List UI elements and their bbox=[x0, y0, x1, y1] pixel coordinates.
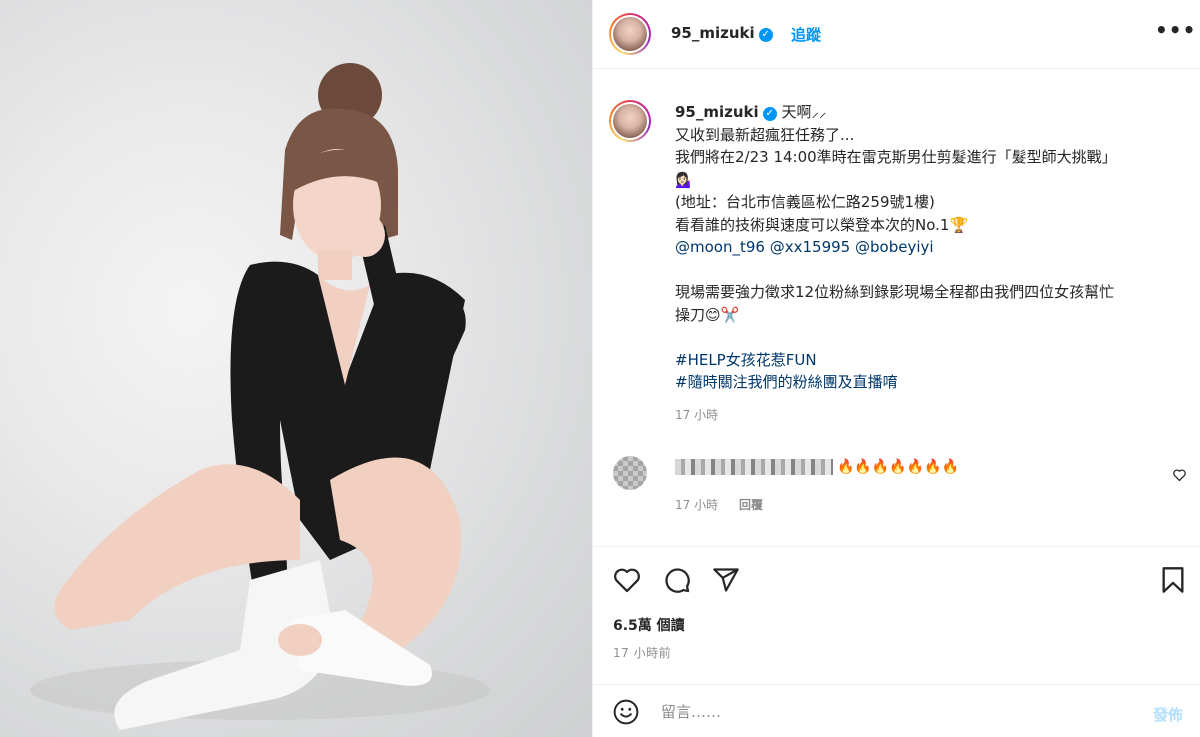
mention-link[interactable]: @moon_t96 bbox=[675, 238, 765, 256]
emoji-smiley-icon[interactable] bbox=[613, 699, 639, 729]
post-header: 95_mizuki ✓ 追蹤 ••• bbox=[593, 0, 1200, 69]
post-timestamp[interactable]: 17 小時前 bbox=[613, 644, 671, 661]
caption-author-avatar[interactable] bbox=[609, 100, 651, 142]
caption-line: 天啊⸝⸝ bbox=[781, 103, 827, 121]
post-actions: 6.5萬 個讀 17 小時前 bbox=[593, 546, 1200, 674]
add-comment-bar: 發佈 bbox=[593, 684, 1200, 737]
post-photo-illustration bbox=[30, 63, 490, 730]
author-username-link[interactable]: 95_mizuki ✓ bbox=[671, 24, 773, 42]
author-avatar[interactable] bbox=[609, 13, 651, 55]
hashtag-link[interactable]: #隨時關注我們的粉絲團及直播唷 bbox=[675, 373, 898, 391]
post-caption: 95_mizuki ✓ 天啊⸝⸝ 又收到最新超瘋狂任務了... 我們將在2/23 … bbox=[675, 101, 1185, 394]
post-comment-button[interactable]: 發佈 bbox=[1153, 704, 1183, 725]
comment-input[interactable] bbox=[661, 700, 1131, 724]
commenter-avatar-blurred[interactable] bbox=[613, 456, 647, 490]
caption-line: 現場需要強力徵求12位粉絲到錄影現場全程都由我們四位女孩幫忙 bbox=[675, 283, 1115, 301]
verified-badge-icon: ✓ bbox=[758, 28, 773, 42]
follow-button[interactable]: 追蹤 bbox=[791, 24, 821, 45]
post-details-pane: 95_mizuki ✓ 追蹤 ••• 95_mizuki ✓ 天啊⸝⸝ 又收到最新超… bbox=[592, 0, 1200, 737]
caption-emoji-line: 💁🏻‍♀️ bbox=[675, 170, 694, 189]
hashtag-link[interactable]: #HELP女孩花惹FUN bbox=[675, 351, 817, 369]
comment-timestamp[interactable]: 17 小時 bbox=[675, 496, 718, 513]
caption-line: 我們將在2/23 14:00準時在雷克斯男仕剪髮進行「髮型師大挑戰」 bbox=[675, 148, 1117, 166]
caption-line: 看看誰的技術與速度可以榮登本次的No.1🏆 bbox=[675, 215, 969, 234]
more-options-icon[interactable]: ••• bbox=[1155, 18, 1196, 42]
comment-text: 🔥🔥🔥🔥🔥🔥🔥 bbox=[837, 459, 960, 475]
caption-mentions: @moon_t96 @xx15995 @bobeyiyi bbox=[675, 236, 1185, 259]
caption-line: 操刀😊✂️ bbox=[675, 305, 740, 324]
caption-line: 又收到最新超瘋狂任務了... bbox=[675, 125, 855, 144]
comment-like-heart-icon[interactable] bbox=[1173, 466, 1186, 485]
verified-badge-icon: ✓ bbox=[762, 107, 777, 121]
caption-timestamp[interactable]: 17 小時 bbox=[675, 406, 718, 423]
mention-link[interactable]: @xx15995 bbox=[770, 238, 850, 256]
share-paper-plane-icon[interactable] bbox=[712, 566, 740, 598]
post-photo[interactable] bbox=[0, 0, 592, 737]
mention-link[interactable]: @bobeyiyi bbox=[855, 238, 934, 256]
save-bookmark-icon[interactable] bbox=[1161, 566, 1185, 598]
caption-address-line: (地址：台北市信義區松仁路259號1樓) bbox=[675, 193, 935, 211]
caption-author-username[interactable]: 95_mizuki ✓ bbox=[675, 103, 777, 121]
comment-reply-button[interactable]: 回覆 bbox=[739, 496, 763, 513]
view-count[interactable]: 6.5萬 個讀 bbox=[613, 615, 685, 635]
author-username: 95_mizuki bbox=[671, 24, 755, 42]
like-heart-icon[interactable] bbox=[613, 567, 641, 597]
commenter-username-blurred[interactable] bbox=[675, 459, 833, 475]
comment-bubble-icon[interactable] bbox=[663, 566, 691, 598]
